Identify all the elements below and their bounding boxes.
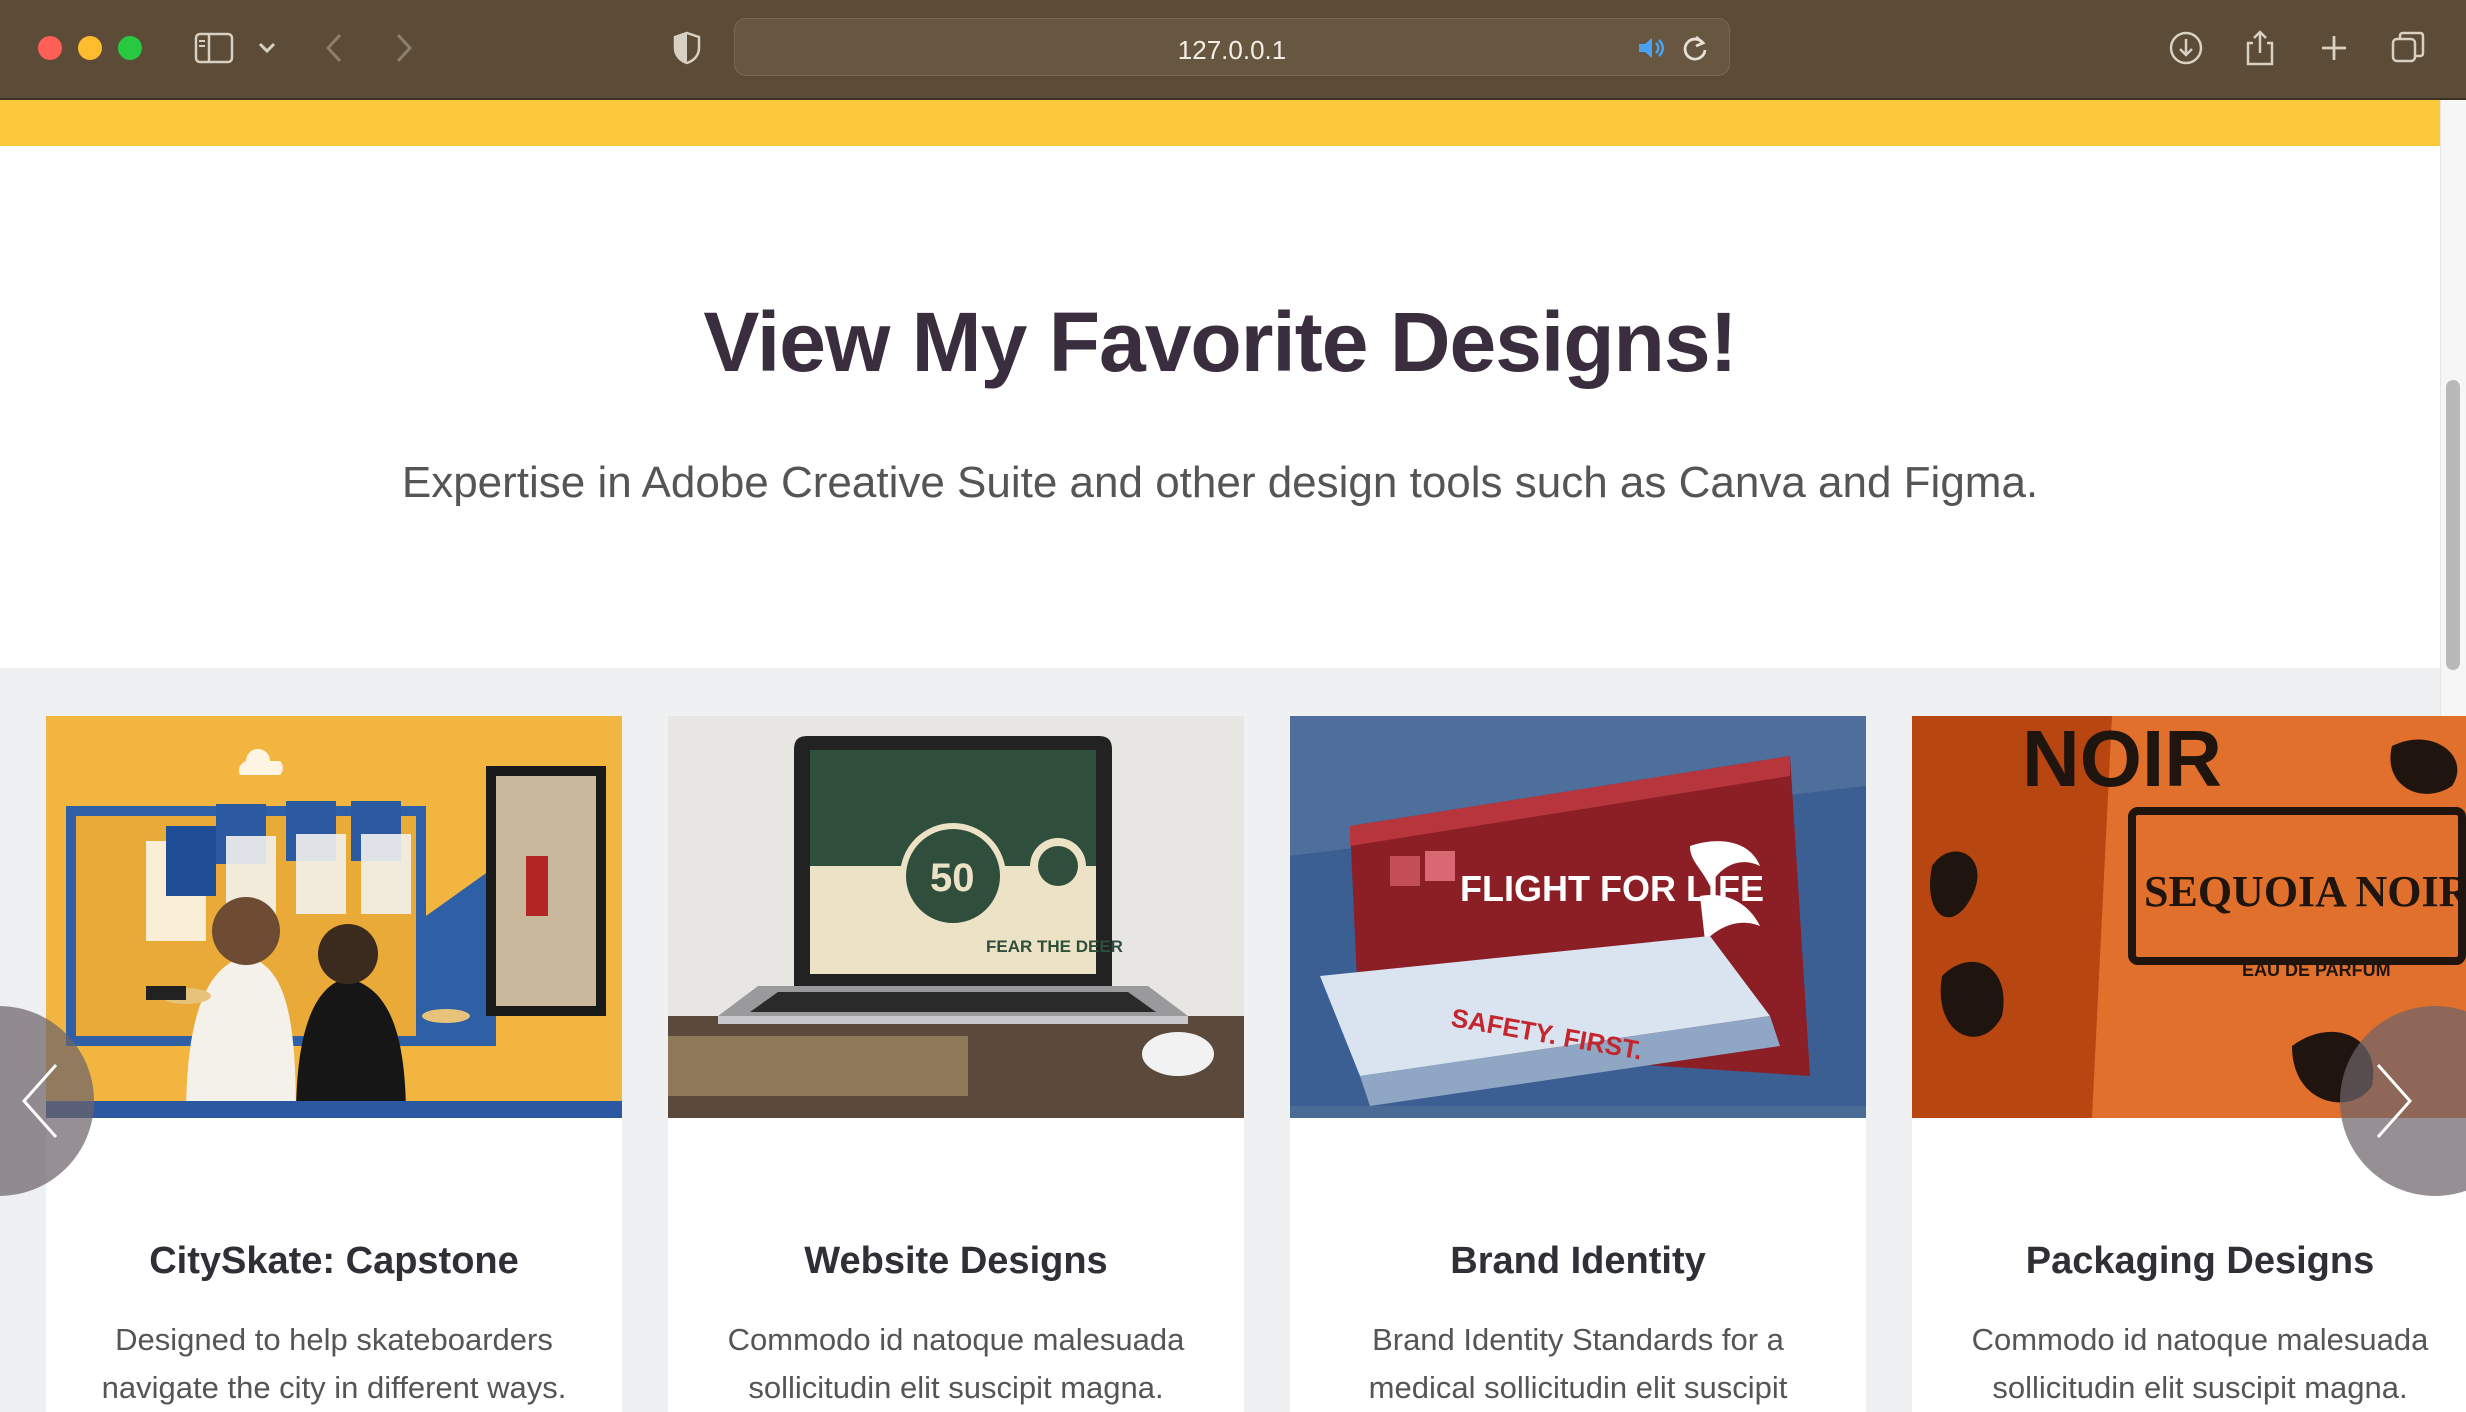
scrollbar-thumb[interactable] [2446,380,2460,670]
chevron-right-icon [2376,1064,2413,1138]
portfolio-card[interactable]: 50 FEAR THE DEER Website Designs Commodo… [668,716,1244,1412]
card-title[interactable]: CitySkate: Capstone [46,1240,622,1283]
reload-icon[interactable] [1681,33,1709,68]
laptop-number: 50 [930,856,975,900]
tabs-overview-icon[interactable] [2386,24,2430,72]
card-description: Designed to help skateboarders navigate … [101,1322,567,1405]
laptop-caption: FEAR THE DEER [986,937,1123,956]
chevron-left-icon [21,1064,58,1138]
section-title-bold: Designs [1389,295,1711,389]
address-bar[interactable]: 127.0.0.1 [734,18,1730,76]
cityskate-thumbnail[interactable] [46,716,622,1118]
brand-identity-thumbnail[interactable]: FLIGHT FOR LIFE SAFETY. FIRST. [1290,716,1866,1118]
section-title: View My Favorite Designs! [0,294,2440,391]
speaker-icon[interactable] [1635,33,1665,68]
portfolio-card[interactable]: FLIGHT FOR LIFE SAFETY. FIRST. Brand Ide… [1290,716,1866,1412]
sidebar-icon[interactable] [190,24,238,72]
pkg-noir-text: NOIR [2022,716,2222,803]
card-description: Commodo id natoque malesuada sollicitudi… [1971,1322,2429,1405]
section-title-regular: View My Favorite [703,295,1390,389]
shield-icon[interactable] [666,24,708,72]
card-title[interactable]: Packaging Designs [1912,1240,2466,1283]
card-description: Brand Identity Standards for a medical s… [1368,1322,1788,1405]
share-icon[interactable] [2238,24,2282,72]
portfolio-card[interactable]: CitySkate: Capstone Designed to help ska… [46,716,622,1412]
url-text: 127.0.0.1 [1177,35,1287,65]
section-title-end: ! [1709,295,1738,389]
new-tab-icon[interactable] [2312,24,2356,72]
zoom-window-button[interactable] [118,36,142,60]
pkg-brand-text: SEQUOIA NOIR [2144,867,2466,916]
close-window-button[interactable] [38,36,62,60]
back-icon[interactable] [314,24,354,72]
page-viewport: View My Favorite Designs! Expertise in A… [0,100,2466,1412]
card-title[interactable]: Brand Identity [1290,1240,1866,1283]
card-title[interactable]: Website Designs [668,1240,1244,1283]
chevron-down-icon[interactable] [252,24,282,72]
card-description: Commodo id natoque malesuada sollicitudi… [727,1322,1185,1405]
website-designs-thumbnail[interactable]: 50 FEAR THE DEER [668,716,1244,1118]
browser-toolbar: 127.0.0.1 [0,0,2466,100]
portfolio-gallery: CitySkate: Capstone Designed to help ska… [0,668,2466,1412]
minimize-window-button[interactable] [78,36,102,60]
pkg-sub-text: EAU DE PARFUM [2242,960,2391,980]
download-icon[interactable] [2164,24,2208,72]
section-subtitle: Expertise in Adobe Creative Suite and ot… [401,458,2039,507]
header-accent-band [0,100,2440,146]
forward-icon[interactable] [384,24,424,72]
